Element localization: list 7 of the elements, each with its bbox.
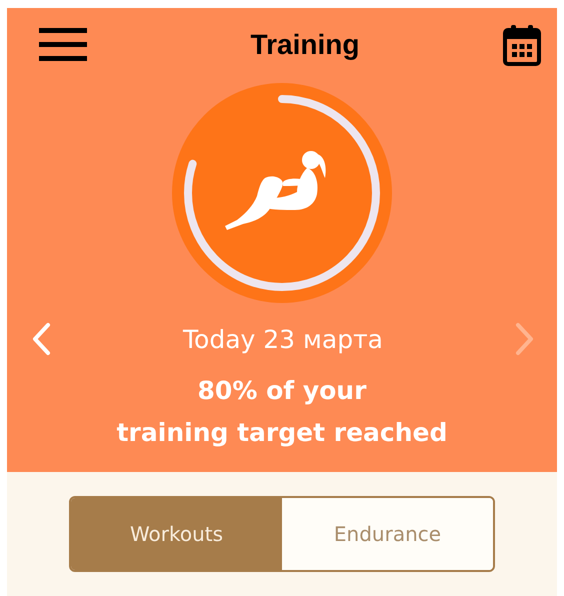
segment-tab[interactable]: Workouts [71,498,282,570]
screen-title: Training [250,29,360,61]
menu-icon[interactable] [39,28,87,62]
progress-summary: 80% of your training target reached [116,375,448,449]
date-label: Today 23 марта [183,324,383,354]
segment-tab[interactable]: Endurance [282,498,493,570]
calendar-icon[interactable] [503,24,541,66]
